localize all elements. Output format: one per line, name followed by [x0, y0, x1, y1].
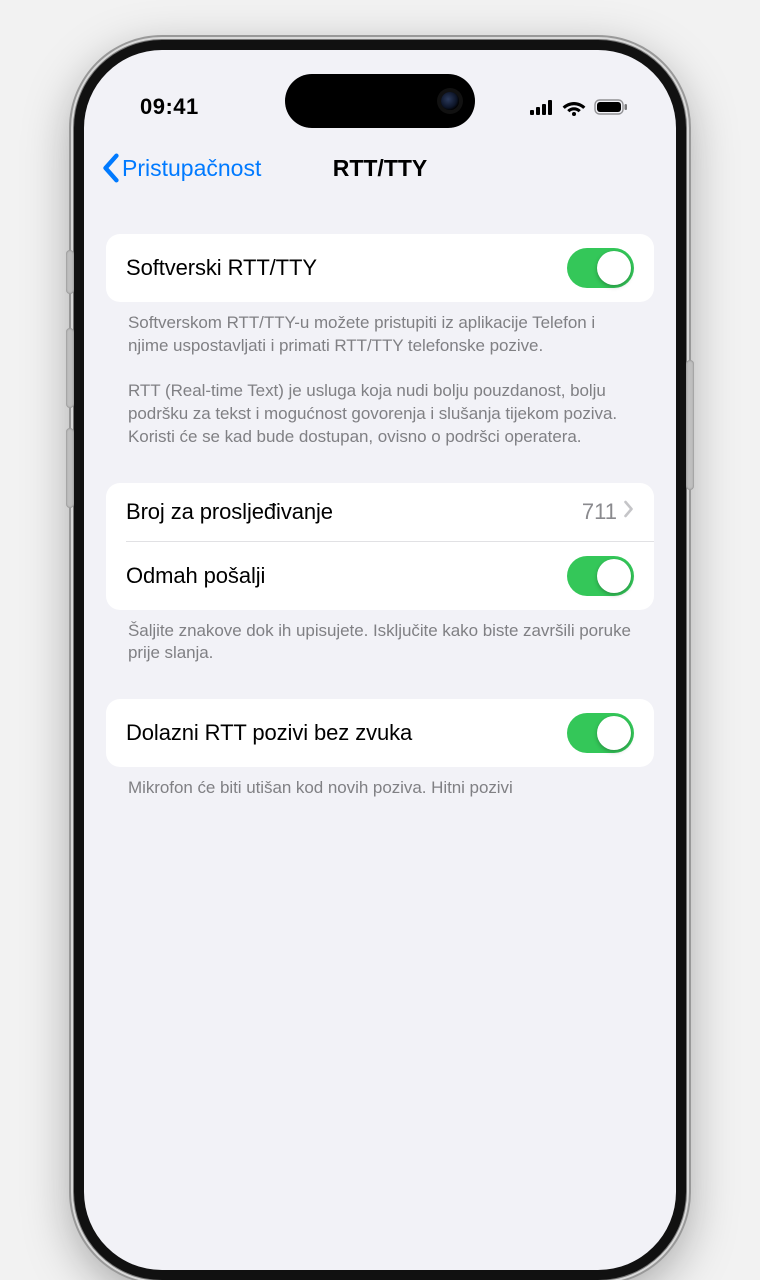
row-send-immediately[interactable]: Odmah pošalji [126, 541, 654, 610]
status-icons [530, 99, 628, 116]
status-bar: 09:41 [84, 50, 676, 136]
toggle-software-rtt[interactable] [567, 248, 634, 288]
status-time: 09:41 [140, 94, 199, 120]
row-silent-rtt[interactable]: Dolazni RTT pozivi bez zvuka [106, 699, 654, 767]
row-software-rtt[interactable]: Softverski RTT/TTY [106, 234, 654, 302]
row-relay-number[interactable]: Broj za prosljeđivanje 711 [106, 483, 654, 541]
volume-down-button [66, 428, 74, 508]
row-label: Broj za prosljeđivanje [126, 499, 333, 525]
toggle-knob [597, 716, 631, 750]
volume-up-button [66, 328, 74, 408]
row-label: Softverski RTT/TTY [126, 255, 317, 281]
footer-software-rtt: Softverskom RTT/TTY-u možete pristupiti … [106, 302, 654, 449]
toggle-silent-rtt[interactable] [567, 713, 634, 753]
group-relay: Broj za prosljeđivanje 711 Odmah pošalji [106, 483, 654, 610]
wifi-icon [562, 99, 586, 116]
mute-switch [66, 250, 74, 294]
back-button[interactable]: Pristupačnost [102, 153, 261, 183]
power-button [686, 360, 694, 490]
row-label: Odmah pošalji [126, 563, 265, 589]
group-silent-rtt: Dolazni RTT pozivi bez zvuka [106, 699, 654, 767]
group-software-rtt: Softverski RTT/TTY [106, 234, 654, 302]
phone-frame: 09:41 Pristupačnost RTT/TTY Softverski R… [74, 40, 686, 1280]
content-scroll[interactable]: Softverski RTT/TTY Softverskom RTT/TTY-u… [84, 200, 676, 800]
footer-send-immediately: Šaljite znakove dok ih upisujete. Isklju… [106, 610, 654, 666]
chevron-left-icon [102, 153, 120, 183]
screen: 09:41 Pristupačnost RTT/TTY Softverski R… [84, 50, 676, 1270]
toggle-knob [597, 251, 631, 285]
battery-icon [594, 99, 628, 115]
footer-silent-rtt: Mikrofon će biti utišan kod novih poziva… [106, 767, 654, 800]
row-value: 711 [582, 499, 623, 525]
row-label: Dolazni RTT pozivi bez zvuka [126, 720, 412, 746]
toggle-send-immediately[interactable] [567, 556, 634, 596]
chevron-right-icon [623, 500, 634, 523]
nav-bar: Pristupačnost RTT/TTY [84, 136, 676, 200]
cellular-icon [530, 100, 554, 115]
toggle-knob [597, 559, 631, 593]
back-label: Pristupačnost [122, 155, 261, 182]
